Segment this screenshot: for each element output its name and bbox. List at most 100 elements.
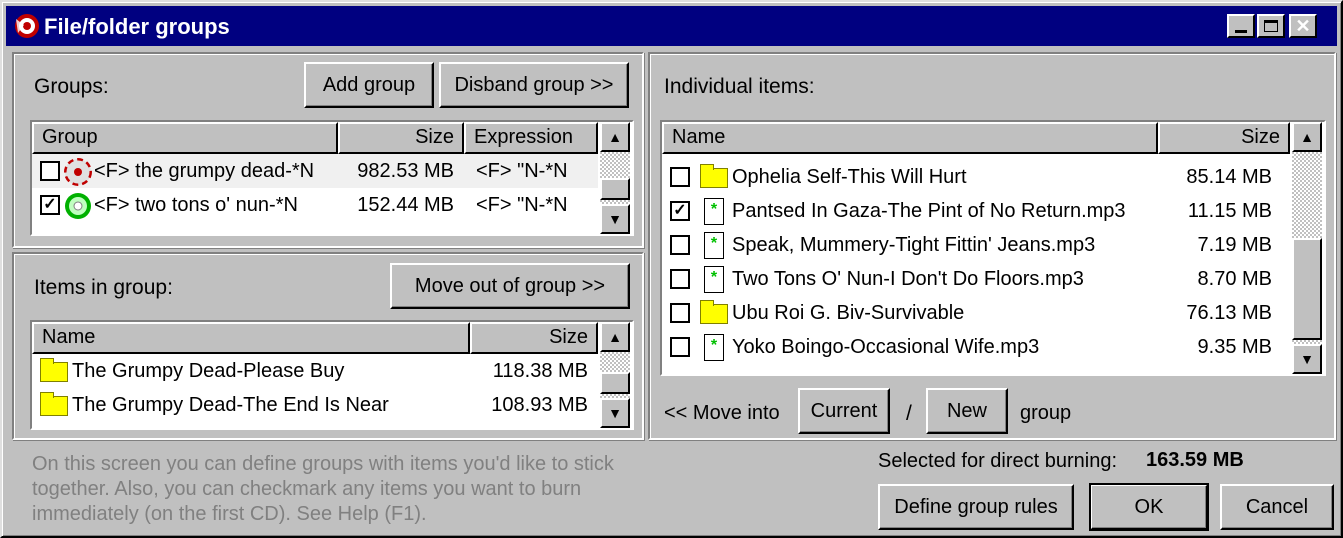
column-header-size[interactable]: Size [1158, 122, 1290, 154]
group-expression: <F> "N-*N [476, 160, 568, 182]
move-into-label: << Move into [664, 402, 780, 424]
groups-list[interactable]: Group Size Expression <F> the grumpy dea… [30, 120, 634, 236]
disband-group-button[interactable]: Disband group >> [439, 62, 629, 108]
add-group-button[interactable]: Add group [304, 62, 434, 108]
arrow-down-icon: ▼ [608, 211, 622, 227]
item-checkbox[interactable] [670, 235, 690, 255]
minimize-button[interactable] [1227, 14, 1255, 38]
item-size: 7.19 MB [1197, 234, 1272, 256]
scroll-thumb[interactable] [1292, 238, 1322, 340]
scroll-down-button[interactable]: ▼ [600, 204, 630, 234]
item-size: 11.15 MB [1187, 200, 1272, 222]
group-size: 152.44 MB [357, 194, 454, 216]
maximize-button[interactable] [1257, 14, 1285, 38]
item-checkbox[interactable] [670, 303, 690, 323]
audio-file-icon: * [704, 232, 724, 259]
individual-items-panel: Individual items: Name Size Ophelia Self… [648, 52, 1336, 440]
item-name: Pantsed In Gaza-The Pint of No Return.mp… [732, 200, 1126, 222]
item-name: The Grumpy Dead-Please Buy [72, 360, 345, 382]
item-name: Ubu Roi G. Biv-Survivable [732, 302, 965, 324]
minimize-icon [1235, 29, 1247, 33]
audio-file-icon: * [704, 198, 724, 225]
individual-items-label: Individual items: [664, 75, 815, 98]
help-hint-text: On this screen you can define groups wit… [32, 453, 614, 525]
items-in-group-label: Items in group: [34, 276, 173, 299]
item-name: Yoko Boingo-Occasional Wife.mp3 [732, 336, 1040, 358]
group-size: 982.53 MB [357, 160, 454, 182]
groups-scrollbar[interactable]: ▲ ▼ [600, 122, 630, 234]
list-item[interactable]: * Yoko Boingo-Occasional Wife.mp3 9.35 M… [662, 330, 1290, 364]
list-item[interactable]: * Speak, Mummery-Tight Fittin' Jeans.mp3… [662, 228, 1290, 262]
folder-icon [40, 358, 68, 382]
column-header-group[interactable]: Group [32, 122, 338, 154]
scroll-down-button[interactable]: ▼ [1292, 344, 1322, 374]
item-checkbox[interactable] [670, 167, 690, 187]
list-item[interactable]: The Grumpy Dead-The End Is Near 108.93 M… [32, 388, 598, 422]
scroll-up-button[interactable]: ▲ [600, 322, 630, 352]
table-row[interactable]: ✓ <F> two tons o' nun-*N 152.44 MB <F> "… [32, 188, 598, 222]
arrow-down-icon: ▼ [608, 405, 622, 421]
item-size: 85.14 MB [1186, 166, 1272, 188]
group-name: <F> two tons o' nun-*N [94, 194, 298, 216]
row-checkbox-checked[interactable]: ✓ [40, 195, 60, 215]
list-item[interactable]: Ubu Roi G. Biv-Survivable 76.13 MB [662, 296, 1290, 330]
table-row[interactable]: <F> the grumpy dead-*N 982.53 MB <F> "N-… [32, 154, 598, 188]
title-bar[interactable]: File/folder groups ✕ [6, 6, 1337, 46]
list-item[interactable]: Ophelia Self-This Will Hurt 85.14 MB [662, 160, 1290, 194]
audio-file-icon: * [704, 266, 724, 293]
column-header-name[interactable]: Name [662, 122, 1158, 154]
folder-icon [700, 300, 728, 324]
arrow-up-icon: ▲ [608, 329, 622, 345]
current-group-button[interactable]: Current [798, 388, 890, 434]
define-group-rules-button[interactable]: Define group rules [878, 484, 1074, 530]
close-icon: ✕ [1295, 16, 1311, 36]
column-header-size[interactable]: Size [470, 322, 598, 354]
group-expression: <F> "N-*N [476, 194, 568, 216]
close-button[interactable]: ✕ [1289, 14, 1317, 38]
scroll-up-button[interactable]: ▲ [1292, 122, 1322, 152]
move-out-of-group-button[interactable]: Move out of group >> [390, 263, 630, 309]
items-scrollbar[interactable]: ▲ ▼ [600, 322, 630, 428]
item-name: Two Tons O' Nun-I Don't Do Floors.mp3 [732, 268, 1084, 290]
individual-scrollbar[interactable]: ▲ ▼ [1292, 122, 1322, 374]
selected-for-burning-label: Selected for direct burning: [878, 450, 1118, 472]
list-item[interactable]: * Two Tons O' Nun-I Don't Do Floors.mp3 … [662, 262, 1290, 296]
list-item[interactable]: The Grumpy Dead-Please Buy 118.38 MB [32, 354, 598, 388]
item-checkbox-checked[interactable]: ✓ [670, 201, 690, 221]
column-header-name[interactable]: Name [32, 322, 470, 354]
ok-button[interactable]: OK [1089, 483, 1209, 531]
new-group-button[interactable]: New [926, 388, 1008, 434]
item-name: Speak, Mummery-Tight Fittin' Jeans.mp3 [732, 234, 1096, 256]
item-size: 108.93 MB [491, 394, 588, 416]
scroll-thumb[interactable] [600, 178, 630, 200]
list-item[interactable]: ✓ * Pantsed In Gaza-The Pint of No Retur… [662, 194, 1290, 228]
items-in-group-panel: Items in group: Move out of group >> Nam… [12, 252, 644, 440]
disc-red-icon [64, 158, 92, 186]
scroll-down-button[interactable]: ▼ [600, 398, 630, 428]
item-name: The Grumpy Dead-The End Is Near [72, 394, 389, 416]
individual-items-list[interactable]: Name Size Ophelia Self-This Will Hurt 85… [660, 120, 1326, 376]
audio-file-icon: * [704, 334, 724, 361]
item-size: 9.35 MB [1197, 336, 1272, 358]
selected-for-burning-value: 163.59 MB [1146, 449, 1244, 471]
row-checkbox[interactable] [40, 161, 60, 181]
scroll-up-button[interactable]: ▲ [600, 122, 630, 152]
scroll-thumb[interactable] [600, 372, 630, 394]
item-checkbox[interactable] [670, 269, 690, 289]
item-name: Ophelia Self-This Will Hurt [732, 166, 967, 188]
disc-green-icon [65, 193, 91, 219]
item-size: 118.38 MB [492, 360, 588, 382]
groups-panel: Groups: Add group Disband group >> Group… [12, 52, 644, 248]
item-checkbox[interactable] [670, 337, 690, 357]
maximize-icon [1264, 20, 1278, 32]
folder-icon [40, 392, 68, 416]
folder-icon [700, 164, 728, 188]
item-size: 8.70 MB [1197, 268, 1272, 290]
group-label: group [1020, 402, 1072, 424]
column-header-expression[interactable]: Expression [464, 122, 598, 154]
items-in-group-list[interactable]: Name Size The Grumpy Dead-Please Buy 118… [30, 320, 634, 430]
app-icon [15, 14, 39, 38]
cancel-button[interactable]: Cancel [1220, 484, 1334, 530]
column-header-size[interactable]: Size [338, 122, 464, 154]
file-folder-groups-window: File/folder groups ✕ Groups: Add group D… [0, 0, 1343, 538]
